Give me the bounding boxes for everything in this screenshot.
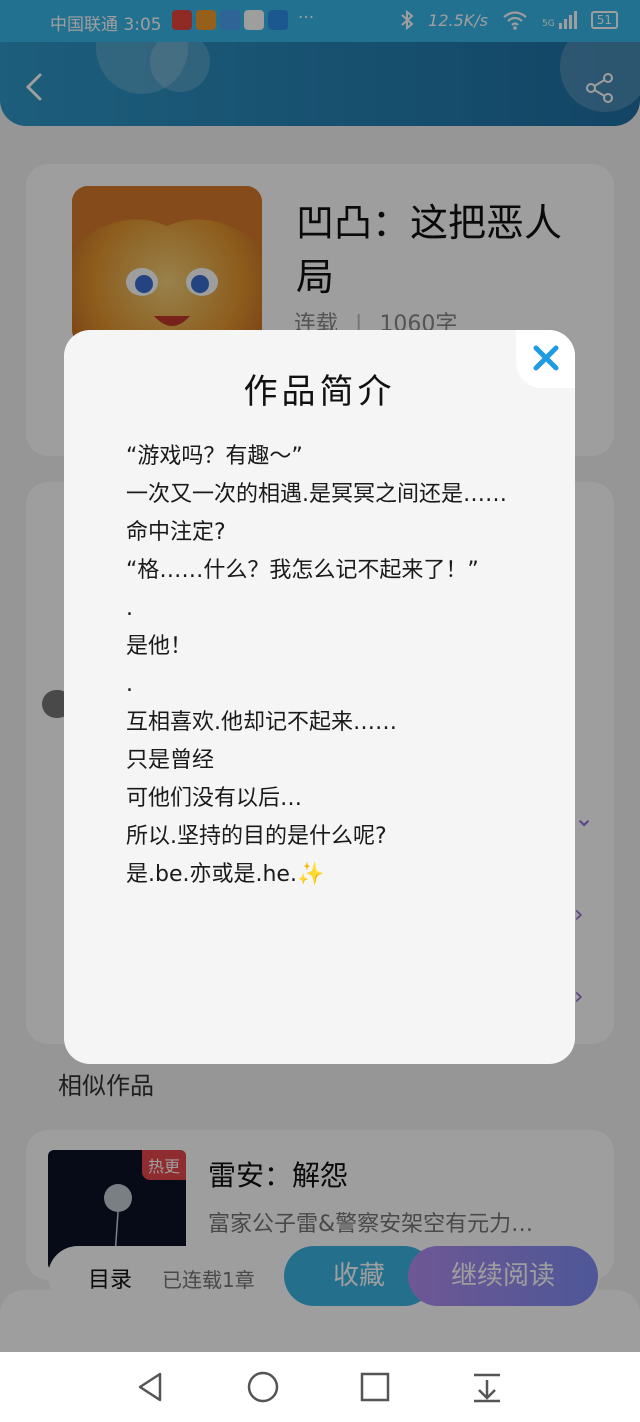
synopsis-line: 可他们没有以后… (126, 786, 303, 811)
synopsis-dialog: 作品简介 “游戏吗？有趣～” 一次又一次的相遇.是冥冥之间还是…… 命中注定? … (64, 330, 575, 1064)
download-icon[interactable] (470, 1370, 504, 1404)
synopsis-line: 命中注定? (126, 520, 226, 545)
back-triangle-icon[interactable] (134, 1370, 168, 1404)
synopsis-line: 是他！ (126, 634, 193, 659)
synopsis-line: 是.be.亦或是.he.✨ (126, 862, 325, 887)
recents-square-icon[interactable] (358, 1370, 392, 1404)
synopsis-line: 一次又一次的相遇.是冥冥之间还是…… (126, 482, 507, 507)
close-button[interactable] (516, 330, 575, 388)
synopsis-line: “格……什么？我怎么记不起来了！” (126, 558, 479, 583)
dialog-title: 作品简介 (243, 372, 396, 412)
synopsis-line: 所以.坚持的目的是什么呢? (126, 824, 387, 849)
synopsis-line: . (126, 596, 133, 621)
synopsis-line: 只是曾经 (126, 748, 215, 773)
synopsis-text: “游戏吗？有趣～” 一次又一次的相遇.是冥冥之间还是…… 命中注定? “格……什… (126, 438, 526, 894)
synopsis-line: . (126, 672, 133, 697)
synopsis-line: 互相喜欢.他却记不起来…… (126, 710, 397, 735)
home-circle-icon[interactable] (246, 1370, 280, 1404)
synopsis-line: “游戏吗？有趣～” (126, 444, 303, 469)
system-nav-bar (0, 1352, 640, 1422)
close-icon[interactable] (516, 330, 575, 388)
